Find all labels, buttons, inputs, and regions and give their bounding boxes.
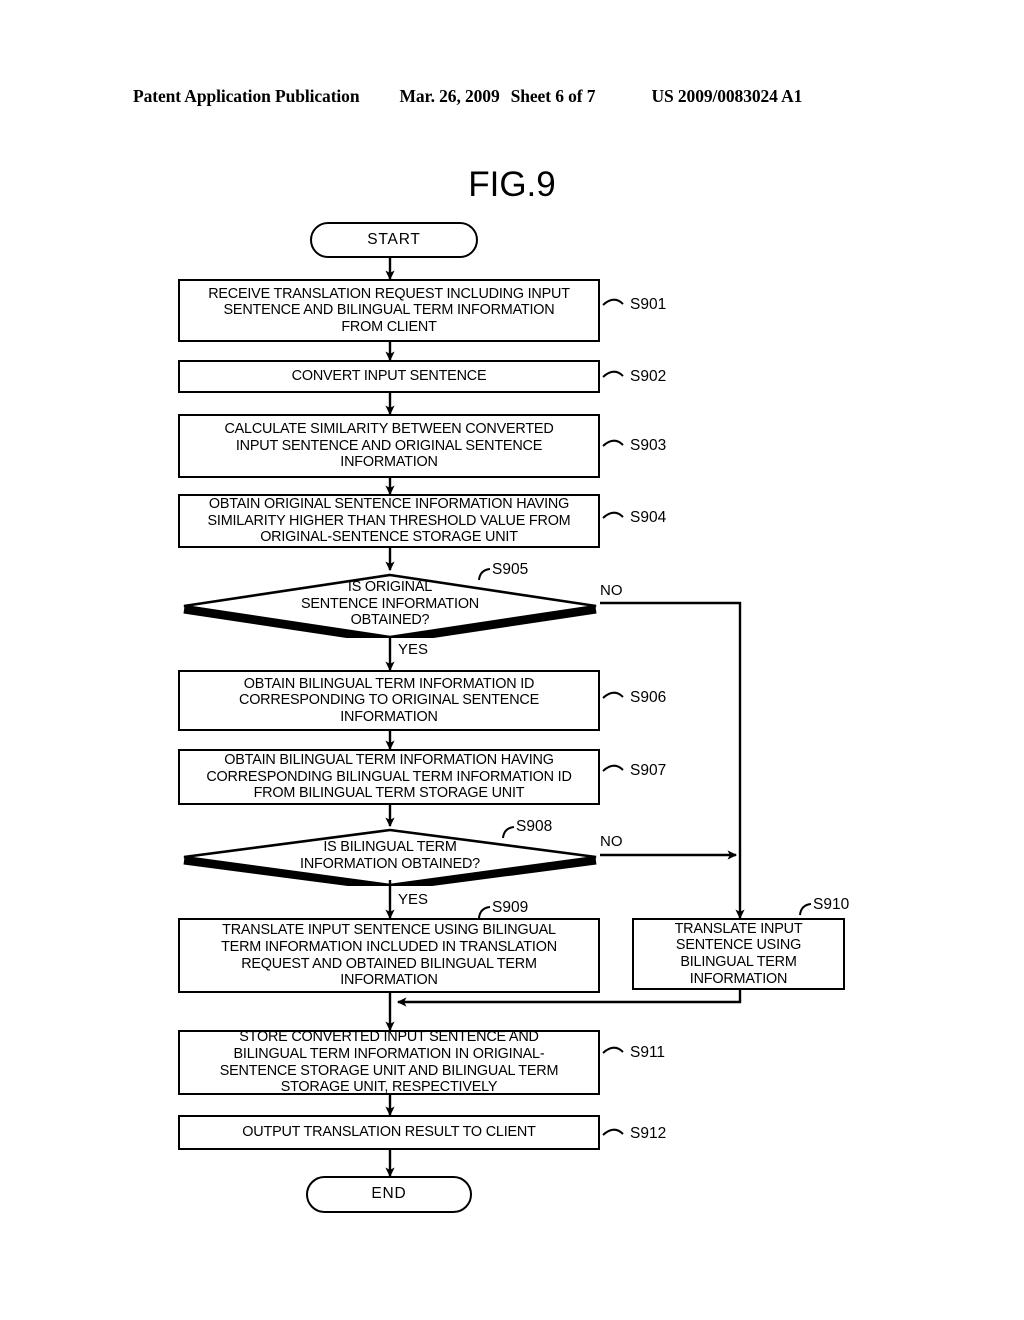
step-label-s904: S904 (630, 509, 667, 526)
step-label-s910: S910 (813, 896, 850, 913)
node-s903-line3: INFORMATION (340, 454, 438, 471)
step-label-s906: S906 (630, 689, 667, 706)
branch-label-s905-no: NO (600, 582, 623, 599)
node-s908-line2: INFORMATION OBTAINED? (300, 856, 480, 872)
node-s906[interactable]: OBTAIN BILINGUAL TERM INFORMATION ID COR… (178, 670, 603, 734)
node-s905-line2: SENTENCE INFORMATION (300, 595, 480, 612)
node-s910[interactable]: TRANSLATE INPUT SENTENCE USING BILINGUAL… (632, 918, 848, 993)
node-s911-line3: SENTENCE STORAGE UNIT AND BILINGUAL TERM (219, 1062, 559, 1079)
step-label-s901: S901 (630, 296, 667, 313)
node-s907-line2: CORRESPONDING BILINGUAL TERM INFORMATION… (206, 768, 572, 785)
step-label-s907: S907 (630, 762, 667, 779)
node-s911-line4: STORAGE UNIT, RESPECTIVELY (280, 1079, 498, 1096)
node-s904-line2: SIMILARITY HIGHER THAN THRESHOLD VALUE F… (207, 512, 571, 529)
node-start-label: START (367, 230, 421, 248)
node-s909-line2: TERM INFORMATION INCLUDED IN TRANSLATION (221, 938, 557, 955)
node-s905-line3: OBTAINED? (350, 612, 430, 629)
step-label-s912: S912 (630, 1125, 667, 1142)
node-s910-line2: SENTENCE USING (675, 937, 802, 954)
step-label-s905: S905 (492, 561, 529, 578)
node-s906-line3: INFORMATION (340, 708, 438, 725)
node-s907-line1: OBTAIN BILINGUAL TERM INFORMATION HAVING (224, 752, 554, 769)
node-end[interactable]: END (306, 1176, 476, 1216)
node-s905-line1: IS ORIGINAL (347, 579, 433, 596)
node-s909-line1: TRANSLATE INPUT SENTENCE USING BILINGUAL (222, 922, 556, 939)
node-s905[interactable]: IS ORIGINAL SENTENCE INFORMATION OBTAINE… (180, 570, 600, 638)
header-publication: Patent Application Publication (133, 86, 360, 106)
step-label-s911: S911 (630, 1044, 666, 1061)
node-s903-line2: INPUT SENTENCE AND ORIGINAL SENTENCE (235, 437, 543, 454)
node-start[interactable]: START (310, 222, 482, 261)
step-label-s903: S903 (630, 437, 667, 454)
figure-title: FIG.9 (468, 165, 556, 204)
node-s911-line2: BILINGUAL TERM INFORMATION IN ORIGINAL- (233, 1045, 545, 1062)
branch-label-s905-yes: YES (398, 641, 429, 658)
node-s911-line1: STORE CONVERTED INPUT SENTENCE AND (239, 1029, 539, 1046)
node-s909[interactable]: TRANSLATE INPUT SENTENCE USING BILINGUAL… (178, 918, 603, 996)
node-s908-line1: IS BILINGUAL TERM (323, 839, 457, 856)
node-s902-line1: CONVERT INPUT SENTENCE (291, 368, 487, 385)
node-s910-line3: BILINGUAL TERM (680, 954, 797, 970)
node-s912-line1: OUTPUT TRANSLATION RESULT TO CLIENT (242, 1124, 536, 1141)
node-s906-line2: CORRESPONDING TO ORIGINAL SENTENCE (239, 692, 539, 709)
node-s904-line3: ORIGINAL-SENTENCE STORAGE UNIT (260, 529, 518, 546)
patent-header: Patent Application Publication Mar. 26, … (133, 86, 891, 112)
node-end-label: END (371, 1185, 407, 1203)
node-s909-line3: REQUEST AND OBTAINED BILINGUAL TERM (241, 955, 537, 972)
node-s907[interactable]: OBTAIN BILINGUAL TERM INFORMATION HAVING… (178, 749, 603, 808)
node-s901-line2: SENTENCE AND BILINGUAL TERM INFORMATION (223, 302, 555, 319)
header-patent-number: US 2009/0083024 A1 (651, 86, 803, 106)
header-sheet: Sheet 6 of 7 (510, 86, 596, 106)
node-s904[interactable]: OBTAIN ORIGINAL SENTENCE INFORMATION HAV… (178, 494, 603, 551)
branch-label-s908-no: NO (600, 833, 623, 850)
node-s902[interactable]: CONVERT INPUT SENTENCE (178, 360, 603, 396)
node-s903[interactable]: CALCULATE SIMILARITY BETWEEN CONVERTED I… (178, 414, 603, 481)
node-s910-line4: INFORMATION (689, 970, 788, 987)
node-s901[interactable]: RECEIVE TRANSLATION REQUEST INCLUDING IN… (178, 279, 603, 345)
node-s901-line3: FROM CLIENT (341, 318, 437, 335)
node-s910-line1: TRANSLATE INPUT (674, 920, 803, 937)
node-s909-line4: INFORMATION (340, 972, 438, 989)
step-label-s902: S902 (630, 368, 667, 385)
node-s903-line1: CALCULATE SIMILARITY BETWEEN CONVERTED (224, 421, 554, 438)
node-s901-line1: RECEIVE TRANSLATION REQUEST INCLUDING IN… (208, 285, 570, 302)
node-s912[interactable]: OUTPUT TRANSLATION RESULT TO CLIENT (178, 1115, 603, 1153)
node-s906-line1: OBTAIN BILINGUAL TERM INFORMATION ID (243, 675, 535, 692)
step-label-s909: S909 (492, 899, 529, 916)
header-date: Mar. 26, 2009 (399, 86, 500, 106)
node-s907-line3: FROM BILINGUAL TERM STORAGE UNIT (253, 785, 525, 802)
branch-label-s908-yes: YES (398, 891, 429, 908)
step-label-s908: S908 (516, 818, 553, 835)
edge-s905-no-trunk (600, 601, 742, 855)
node-s904-line1: OBTAIN ORIGINAL SENTENCE INFORMATION HAV… (208, 496, 570, 513)
node-s911[interactable]: STORE CONVERTED INPUT SENTENCE AND BILIN… (178, 1029, 603, 1098)
